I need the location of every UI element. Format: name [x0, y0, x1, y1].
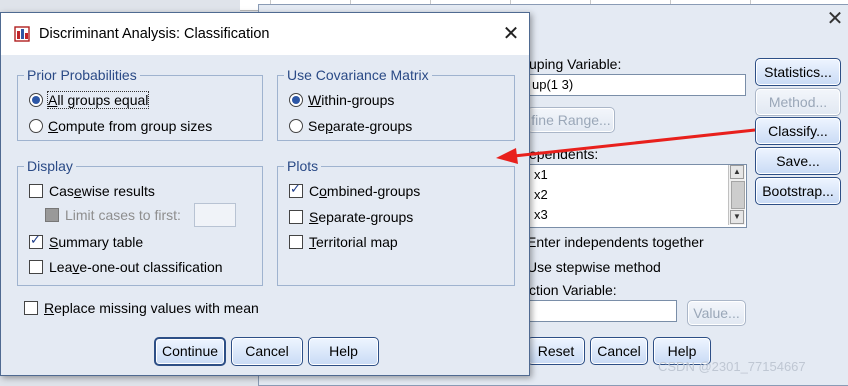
reset-button[interactable]: Reset	[527, 337, 585, 365]
territorial-map-checkbox[interactable]: Territorial map	[289, 234, 398, 250]
dialog-titlebar: Discriminant Analysis: Classification ✕	[1, 13, 529, 55]
bootstrap-button[interactable]: Bootstrap...	[755, 177, 841, 205]
casewise-results-checkbox[interactable]: Casewise results	[29, 183, 155, 199]
independents-scrollbar[interactable]: ▲ ▼	[728, 165, 745, 225]
spss-app-icon	[14, 26, 30, 42]
statistics-button[interactable]: Statistics...	[755, 58, 841, 86]
all-groups-equal-label: All groups equal	[46, 91, 150, 109]
replace-missing-label: Replace missing values with mean	[44, 300, 259, 316]
classification-dialog: Discriminant Analysis: Classification ✕ …	[0, 12, 530, 376]
grouping-variable-label: uping Variable:	[529, 56, 622, 72]
prior-probabilities-title: Prior Probabilities	[24, 67, 140, 83]
separate-groups-cov-label: Separate-groups	[308, 118, 413, 134]
checkbox-checked-icon[interactable]	[29, 233, 43, 249]
radio-icon[interactable]	[289, 119, 303, 133]
radio-selected-icon[interactable]	[29, 93, 43, 107]
limit-cases-checkbox[interactable]: Limit cases to first:	[45, 207, 181, 223]
checkbox-checked-icon[interactable]	[289, 182, 303, 198]
method-button[interactable]: Method...	[755, 88, 841, 116]
territorial-map-label: Territorial map	[309, 234, 398, 250]
prior-probabilities-group: Prior Probabilities All groups equal Com…	[17, 67, 263, 141]
stepwise-option[interactable]: Use stepwise method	[527, 259, 661, 275]
scroll-thumb[interactable]	[731, 181, 745, 209]
leave-one-out-label: Leave-one-out classification	[49, 259, 223, 275]
display-title: Display	[24, 158, 76, 174]
leave-one-out-checkbox[interactable]: Leave-one-out classification	[29, 259, 223, 275]
limit-cases-input[interactable]	[194, 203, 236, 227]
save-button[interactable]: Save...	[755, 147, 841, 175]
checkbox-icon[interactable]	[29, 184, 43, 198]
continue-button[interactable]: Continue	[154, 337, 226, 366]
watermark: CSDN @2301_77154667	[658, 359, 806, 374]
separate-groups-plot-label: Separate-groups	[309, 209, 414, 225]
classify-button[interactable]: Classify...	[755, 117, 841, 145]
list-item[interactable]: x2	[528, 185, 746, 205]
checkbox-disabled-icon[interactable]	[45, 208, 59, 222]
within-groups-radio[interactable]: Within-groups	[289, 92, 394, 108]
plots-group: Plots Combined-groups Separate-groups Te…	[277, 158, 515, 286]
combined-groups-label: Combined-groups	[309, 183, 421, 199]
compute-from-group-sizes-label: Compute from group sizes	[48, 118, 213, 134]
radio-selected-icon[interactable]	[289, 93, 303, 107]
checkbox-icon[interactable]	[24, 301, 38, 315]
dialog-title: Discriminant Analysis: Classification	[39, 26, 270, 42]
independents-list[interactable]: x1 x2 x3	[527, 164, 747, 228]
casewise-results-label: Casewise results	[49, 183, 155, 199]
summary-table-checkbox[interactable]: Summary table	[29, 233, 144, 250]
enter-together-option[interactable]: Enter independents together	[527, 234, 704, 250]
separate-groups-checkbox[interactable]: Separate-groups	[289, 209, 413, 225]
radio-icon[interactable]	[29, 119, 43, 133]
limit-cases-label: Limit cases to first:	[65, 207, 181, 223]
cancel-button[interactable]: Cancel	[231, 337, 303, 366]
covariance-matrix-title: Use Covariance Matrix	[284, 67, 432, 83]
help-button[interactable]: Help	[308, 337, 379, 366]
plots-title: Plots	[284, 158, 322, 174]
replace-missing-checkbox[interactable]: Replace missing values with mean	[24, 300, 259, 316]
scroll-down-icon[interactable]: ▼	[730, 210, 744, 224]
all-groups-equal-radio[interactable]: All groups equal	[29, 91, 150, 109]
covariance-matrix-group: Use Covariance Matrix Within-groups Sepa…	[277, 67, 515, 141]
display-group: Display Casewise results Limit cases to …	[17, 158, 263, 286]
list-item[interactable]: x3	[528, 205, 746, 225]
combined-groups-checkbox[interactable]: Combined-groups	[289, 182, 421, 199]
close-icon[interactable]: ✕	[497, 21, 525, 47]
red-arrow-annotation	[496, 128, 756, 164]
value-button[interactable]: Value...	[687, 300, 746, 326]
within-groups-label: Within-groups	[308, 92, 395, 108]
compute-from-group-sizes-radio[interactable]: Compute from group sizes	[29, 118, 212, 134]
separate-groups-radio[interactable]: Separate-groups	[289, 118, 412, 134]
selection-variable-label: ction Variable:	[529, 282, 617, 298]
bg-cancel-button[interactable]: Cancel	[590, 337, 648, 365]
checkbox-icon[interactable]	[29, 260, 43, 274]
selection-variable-field[interactable]	[527, 300, 677, 322]
summary-table-label: Summary table	[49, 234, 144, 250]
grouping-variable-field[interactable]: up(1 3)	[527, 74, 746, 96]
bg-close-icon[interactable]: ✕	[826, 9, 844, 29]
checkbox-icon[interactable]	[289, 210, 303, 224]
checkbox-icon[interactable]	[289, 235, 303, 249]
